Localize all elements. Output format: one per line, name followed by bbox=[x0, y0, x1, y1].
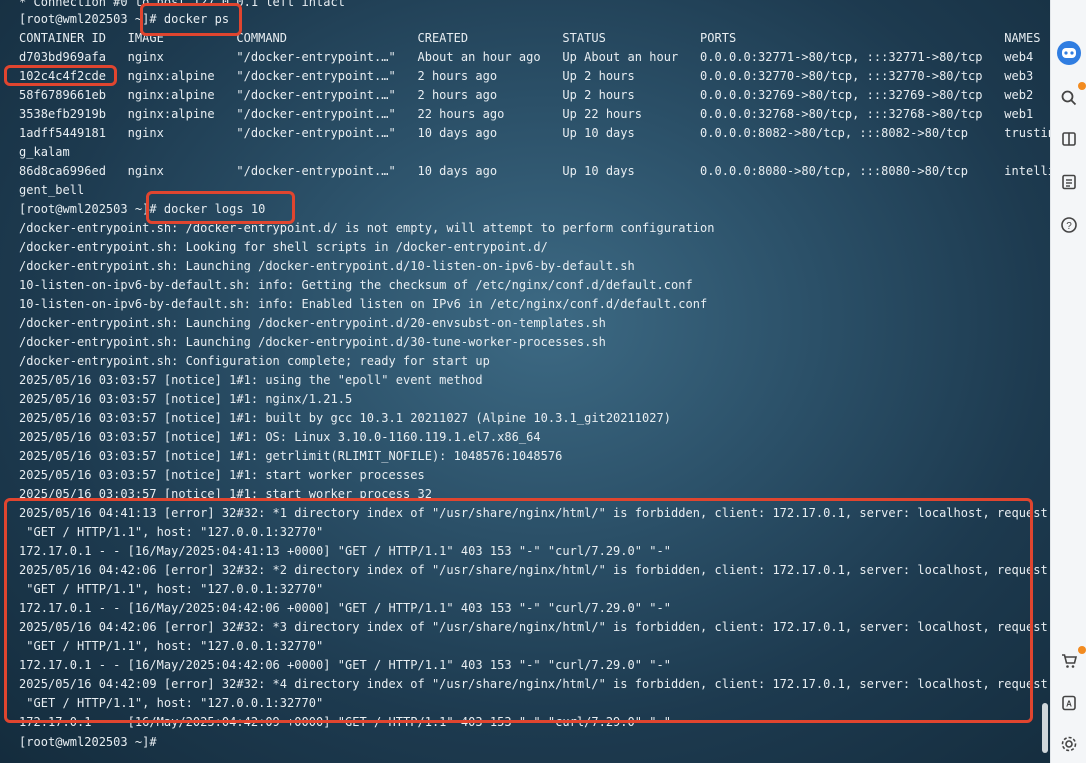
log-line: /docker-entrypoint.sh: Looking for shell… bbox=[19, 240, 548, 254]
search-icon[interactable] bbox=[1058, 87, 1080, 109]
table-row: 58f6789661eb nginx:alpine "/docker-entry… bbox=[19, 88, 1034, 102]
prompt-line[interactable]: [root@wml202503 ~]# bbox=[19, 733, 157, 752]
table-row-wrap: gent_bell bbox=[19, 183, 85, 197]
table-row: 86d8ca6996ed nginx "/docker-entrypoint.…… bbox=[19, 164, 1050, 178]
log-line: /docker-entrypoint.sh: Configuration com… bbox=[19, 354, 490, 368]
side-panel: ? A bbox=[1050, 0, 1086, 763]
cart-icon[interactable] bbox=[1058, 650, 1080, 672]
highlight-error-logs bbox=[4, 498, 1033, 723]
log-line: /docker-entrypoint.sh: /docker-entrypoin… bbox=[19, 221, 715, 235]
translate-icon[interactable]: A bbox=[1058, 692, 1080, 714]
log-line: 10-listen-on-ipv6-by-default.sh: info: G… bbox=[19, 278, 693, 292]
assistant-avatar-icon[interactable] bbox=[1056, 40, 1082, 66]
svg-text:A: A bbox=[1066, 700, 1072, 709]
log-line: /docker-entrypoint.sh: Launching /docker… bbox=[19, 335, 606, 349]
highlight-docker-ps bbox=[140, 3, 242, 36]
terminal-window[interactable]: * Connection #0 to host 127.0.0.1 left i… bbox=[0, 0, 1050, 763]
highlight-container-id bbox=[4, 65, 117, 86]
log-line: 2025/05/16 03:03:57 [notice] 1#1: built … bbox=[19, 411, 672, 425]
table-row-wrap: g_kalam bbox=[19, 145, 70, 159]
book-icon[interactable] bbox=[1058, 128, 1080, 150]
log-line: 2025/05/16 03:03:57 [notice] 1#1: getrli… bbox=[19, 449, 563, 463]
log-line: 2025/05/16 03:03:57 [notice] 1#1: using … bbox=[19, 373, 483, 387]
table-row: 102c4c4f2cde nginx:alpine "/docker-entry… bbox=[19, 69, 1034, 83]
checklist-icon[interactable] bbox=[1058, 171, 1080, 193]
log-line: /docker-entrypoint.sh: Launching /docker… bbox=[19, 316, 606, 330]
help-icon[interactable]: ? bbox=[1058, 214, 1080, 236]
log-line: 10-listen-on-ipv6-by-default.sh: info: E… bbox=[19, 297, 708, 311]
table-row: 3538efb2919b nginx:alpine "/docker-entry… bbox=[19, 107, 1034, 121]
scrollbar-thumb[interactable] bbox=[1042, 703, 1048, 753]
table-row: d703bd969afa nginx "/docker-entrypoint.…… bbox=[19, 50, 1034, 64]
table-row: 1adff5449181 nginx "/docker-entrypoint.…… bbox=[19, 126, 1050, 140]
gear-icon[interactable] bbox=[1058, 733, 1080, 755]
log-line: 2025/05/16 03:03:57 [notice] 1#1: nginx/… bbox=[19, 392, 353, 406]
log-line: 2025/05/16 03:03:57 [notice] 1#1: OS: Li… bbox=[19, 430, 541, 444]
highlight-docker-logs bbox=[146, 191, 295, 224]
log-line: 2025/05/16 03:03:57 [notice] 1#1: start … bbox=[19, 468, 425, 482]
log-line: /docker-entrypoint.sh: Launching /docker… bbox=[19, 259, 635, 273]
svg-text:?: ? bbox=[1066, 221, 1072, 232]
